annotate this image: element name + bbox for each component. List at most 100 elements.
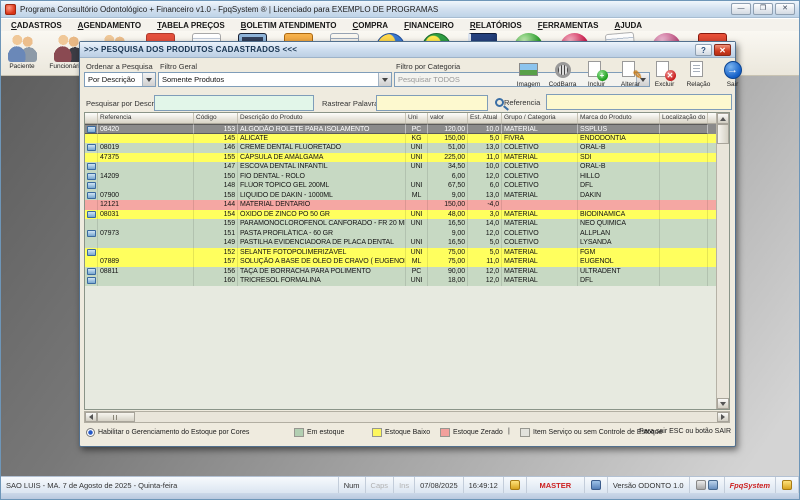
product-row[interactable]: 08031154ÓXIDO DE ZINCO PO 50 GRUNI48,003…: [85, 210, 716, 220]
order-search-select[interactable]: Por Descrição: [84, 72, 156, 87]
column-header[interactable]: valor: [428, 113, 468, 123]
status-location-date: SAO LUIS - MA. 7 de Agosto de 2025 - Qui…: [1, 477, 339, 493]
product-row[interactable]: 159PARAMONOCLOROFENOL CANFORADO - FR 20 …: [85, 219, 716, 229]
product-row[interactable]: 152SELANTE FOTOPOLIMERIZÁVELUNI75,005,0M…: [85, 248, 716, 258]
product-row[interactable]: 148FLÚOR TÓPICO GEL 200MLUNI67,506,0COLE…: [85, 181, 716, 191]
cell-ref: 08420: [98, 124, 194, 134]
cell-code: 153: [194, 124, 238, 134]
dialog-help-button[interactable]: ?: [695, 44, 712, 56]
cell-valor: 9,00: [428, 229, 468, 239]
incluir-icon: +: [585, 59, 609, 81]
vertical-scroll-thumb[interactable]: [717, 124, 729, 144]
column-header[interactable]: Marca do Produto: [578, 113, 660, 123]
cell-marca: HILLO: [578, 172, 660, 182]
vertical-scrollbar[interactable]: [716, 113, 729, 409]
cell-ref: 47375: [98, 153, 194, 163]
incluir-button[interactable]: +Incluir: [582, 59, 611, 88]
menu-item[interactable]: COMPRA: [345, 21, 397, 30]
cell-loc: [660, 267, 708, 277]
cell-marca: ENDODONTIA: [578, 134, 660, 144]
scroll-left-icon[interactable]: [85, 412, 97, 422]
scroll-down-icon[interactable]: [717, 398, 729, 409]
product-row[interactable]: 47375155CÁPSULA DE AMÁLGAMAUNI225,0011,0…: [85, 153, 716, 163]
cell-est: 12,0: [468, 276, 502, 286]
excluir-button[interactable]: ✕Excluir: [650, 59, 679, 88]
cell-grupo: COLETIVO: [502, 162, 578, 172]
status-capslock: Caps: [366, 477, 395, 493]
horizontal-scrollbar[interactable]: [84, 411, 730, 423]
stock-color-toggle[interactable]: Habilitar o Gerenciamento do Estoque por…: [86, 428, 249, 437]
alterar-icon: ✎: [619, 59, 643, 81]
menu-item[interactable]: AJUDA: [606, 21, 650, 30]
menu-item[interactable]: BOLETIM ATENDIMENTO: [233, 21, 345, 30]
cell-loc: [660, 181, 708, 191]
column-header[interactable]: Uni: [406, 113, 428, 123]
column-header[interactable]: Est. Atual: [468, 113, 502, 123]
product-row[interactable]: 160TRICRESOL FORMALINAUNI18,0012,0MATERI…: [85, 276, 716, 286]
cell-desc: PARAMONOCLOROFENOL CANFORADO - FR 20 ML: [238, 219, 406, 229]
cell-code: 154: [194, 210, 238, 220]
relacao-button[interactable]: Relação: [684, 59, 713, 88]
column-header[interactable]: Descrição do Produto: [238, 113, 406, 123]
imagem-button[interactable]: Imagem: [514, 59, 543, 88]
product-row[interactable]: 08019146CREME DENTAL FLUORETADOUNI51,001…: [85, 143, 716, 153]
menu-item[interactable]: AGENDAMENTO: [70, 21, 149, 30]
general-filter-select[interactable]: Somente Produtos: [158, 72, 392, 87]
chevron-down-icon[interactable]: [142, 73, 155, 86]
alterar-button[interactable]: ✎Alterar: [616, 59, 645, 88]
column-header[interactable]: Localização do Produto: [660, 113, 708, 123]
product-row[interactable]: 07973151PASTA PROFILÁTICA - 60 GR9,0012,…: [85, 229, 716, 239]
cell-code: 152: [194, 248, 238, 258]
cell-ref: 07889: [98, 257, 194, 267]
status-devices: [690, 477, 725, 493]
product-row[interactable]: 149PASTILHA EVIDENCIADORA DE PLACA DENTA…: [85, 238, 716, 248]
product-image-icon: [87, 249, 96, 256]
product-row[interactable]: 14209150FIO DENTAL - ROLO6,0012,0COLETIV…: [85, 172, 716, 182]
cell-loc: [660, 248, 708, 258]
cell-code: 146: [194, 143, 238, 153]
product-row[interactable]: 12121144MATERIAL DENTARIO150,00-4,0: [85, 200, 716, 210]
cell-ref: [98, 162, 194, 172]
column-header[interactable]: Referencia: [98, 113, 194, 123]
pencil-icon: ✎: [632, 68, 642, 82]
track-words-input[interactable]: [376, 95, 488, 111]
menu-item[interactable]: FERRAMENTAS: [530, 21, 607, 30]
dialog-close-button[interactable]: ✕: [714, 44, 731, 56]
maximize-button[interactable]: ❐: [753, 3, 773, 15]
cell-code: 157: [194, 257, 238, 267]
product-row[interactable]: 08420153ALGODÃO ROLETE PARA ISOLAMENTOPC…: [85, 124, 716, 134]
row-image-cell: [85, 200, 98, 210]
cell-uni: [406, 172, 428, 182]
horizontal-scroll-thumb[interactable]: [97, 412, 135, 422]
menu-item[interactable]: FINANCEIRO: [396, 21, 462, 30]
product-row[interactable]: 147ESCOVA DENTAL INFANTILUNI34,5010,0COL…: [85, 162, 716, 172]
cell-loc: [660, 191, 708, 201]
product-row[interactable]: 07889157SOLUÇÃO A BASE DE ÓLEO DE CRAVO …: [85, 257, 716, 267]
close-button[interactable]: ✕: [775, 3, 795, 15]
scroll-right-icon[interactable]: [717, 412, 729, 422]
sair-button[interactable]: →Sair: [718, 59, 747, 88]
cell-est: 14,0: [468, 219, 502, 229]
scroll-up-icon[interactable]: [717, 113, 729, 124]
search-icon[interactable]: [495, 98, 504, 107]
cell-code: 147: [194, 162, 238, 172]
column-header[interactable]: [85, 113, 98, 123]
codbarra-button[interactable]: CodBarra: [548, 59, 577, 88]
product-row[interactable]: 145ALICATEKG150,005,0FIVRAENDODONTIA: [85, 134, 716, 144]
menu-item[interactable]: RELATÓRIOS: [462, 21, 530, 30]
product-row[interactable]: 07900158LIQUIDO DE DAKIN - 1000MLML9,001…: [85, 191, 716, 201]
menu-item[interactable]: CADASTROS: [3, 21, 70, 30]
product-row[interactable]: 08811156TAÇA DE BORRACHA PARA POLIMENTOP…: [85, 267, 716, 277]
radio-checked-icon[interactable]: [86, 428, 95, 437]
menu-item[interactable]: TABELA PREÇOS: [149, 21, 233, 30]
column-header[interactable]: Grupo / Categoria: [502, 113, 578, 123]
cell-desc: ESCOVA DENTAL INFANTIL: [238, 162, 406, 172]
reference-input[interactable]: [546, 94, 732, 110]
cell-grupo: COLETIVO: [502, 181, 578, 191]
toolbar-button[interactable]: Paciente: [7, 33, 37, 75]
column-header[interactable]: Código: [194, 113, 238, 123]
chevron-down-icon[interactable]: [378, 73, 391, 86]
cell-est: 13,0: [468, 191, 502, 201]
minimize-button[interactable]: —: [731, 3, 751, 15]
search-description-input[interactable]: [154, 95, 314, 111]
